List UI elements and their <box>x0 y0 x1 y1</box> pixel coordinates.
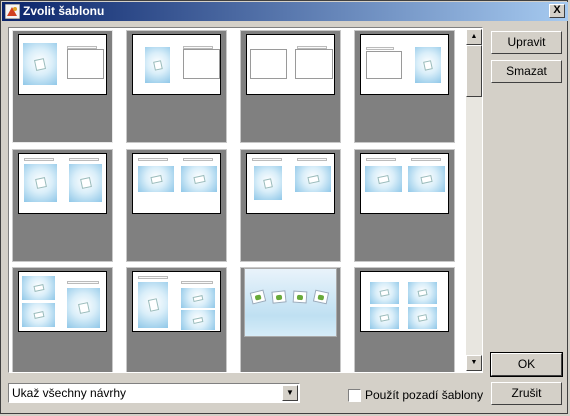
preview-picture <box>138 282 168 328</box>
chevron-down-icon[interactable]: ▼ <box>282 385 298 401</box>
template-tile[interactable] <box>354 149 455 262</box>
template-preview <box>360 153 449 214</box>
preview-header <box>252 158 282 161</box>
preview-header <box>67 46 97 49</box>
preview-header <box>366 158 396 161</box>
template-tile[interactable] <box>354 267 455 372</box>
ok-button[interactable]: OK <box>490 352 563 377</box>
scroll-up-button[interactable]: ▲ <box>466 29 482 45</box>
template-grid <box>12 30 466 372</box>
template-preview <box>246 34 335 95</box>
template-tile[interactable] <box>126 267 227 372</box>
template-preview <box>132 153 221 214</box>
preview-card <box>312 289 330 305</box>
preview-picture <box>22 303 55 327</box>
preview-header <box>366 47 394 50</box>
template-preview <box>18 34 107 95</box>
preview-picture <box>370 282 399 304</box>
scroll-down-button[interactable]: ▼ <box>466 355 482 371</box>
arrow-down-icon: ▼ <box>470 359 478 366</box>
preview-header <box>183 158 213 161</box>
template-preview <box>244 268 337 337</box>
preview-picture <box>254 166 282 200</box>
template-tile[interactable] <box>240 149 341 262</box>
preview-card <box>271 290 287 304</box>
preview-card <box>249 289 267 305</box>
preview-picture <box>408 166 445 192</box>
preview-header <box>183 46 213 49</box>
preview-frame <box>250 49 287 79</box>
preview-picture <box>415 47 441 83</box>
template-tile[interactable] <box>12 149 113 262</box>
title-bar: Zvolit šablonu X <box>2 2 568 21</box>
template-preview <box>360 34 449 95</box>
preview-picture <box>295 166 331 192</box>
template-preview <box>18 153 107 214</box>
preview-picture <box>181 310 215 330</box>
delete-button[interactable]: Smazat <box>491 60 562 83</box>
preview-header <box>138 276 168 279</box>
preview-header <box>24 158 54 161</box>
preview-picture <box>408 282 437 304</box>
preview-picture <box>408 307 437 329</box>
edit-button[interactable]: Upravit <box>491 31 562 54</box>
preview-header <box>297 158 327 161</box>
template-preview <box>132 34 221 95</box>
template-filter-value: Ukaž všechny návrhy <box>12 386 127 400</box>
preview-picture <box>145 47 170 83</box>
preview-header <box>138 158 168 161</box>
template-tile[interactable] <box>240 30 341 143</box>
preview-picture <box>67 288 100 328</box>
preview-frame <box>295 49 333 79</box>
preview-header <box>297 46 327 49</box>
preview-picture <box>22 276 55 300</box>
app-icon <box>5 4 20 19</box>
use-template-background-label: Použít pozadí šablony <box>365 388 484 402</box>
gallery-scrollbar[interactable]: ▲ ▼ <box>466 29 482 371</box>
template-preview <box>360 271 449 332</box>
template-preview <box>246 153 335 214</box>
template-dialog: Zvolit šablonu X ▲ ▼ Upravit Smazat OK Z… <box>0 0 568 414</box>
close-button[interactable]: X <box>549 4 565 18</box>
preview-frame <box>67 49 104 79</box>
close-icon: X <box>553 4 561 16</box>
template-tile[interactable] <box>12 30 113 143</box>
preview-picture <box>181 288 215 308</box>
preview-picture <box>365 166 402 192</box>
use-template-background-checkbox[interactable] <box>348 389 361 402</box>
template-tile[interactable] <box>354 30 455 143</box>
preview-picture <box>370 307 399 329</box>
template-tile[interactable] <box>126 30 227 143</box>
template-preview <box>18 271 107 332</box>
template-tile[interactable] <box>240 267 341 372</box>
preview-header <box>181 281 213 284</box>
preview-frame <box>366 51 402 79</box>
preview-picture <box>181 166 217 192</box>
preview-picture <box>138 166 174 192</box>
preview-frame <box>183 49 220 79</box>
window-title: Zvolit šablonu <box>23 4 105 18</box>
preview-header <box>67 281 99 284</box>
scroll-thumb[interactable] <box>466 45 482 97</box>
template-filter-select[interactable]: Ukaž všechny návrhy ▼ <box>8 383 300 403</box>
template-tile[interactable] <box>12 267 113 372</box>
template-preview <box>132 271 221 332</box>
preview-picture <box>24 164 57 202</box>
preview-card <box>292 290 308 304</box>
preview-picture <box>23 43 57 85</box>
cancel-button[interactable]: Zrušit <box>491 382 562 405</box>
template-gallery[interactable] <box>8 27 483 373</box>
arrow-up-icon: ▲ <box>470 33 478 40</box>
preview-header <box>411 158 441 161</box>
template-tile[interactable] <box>126 149 227 262</box>
preview-picture <box>69 164 102 202</box>
preview-header <box>69 158 99 161</box>
